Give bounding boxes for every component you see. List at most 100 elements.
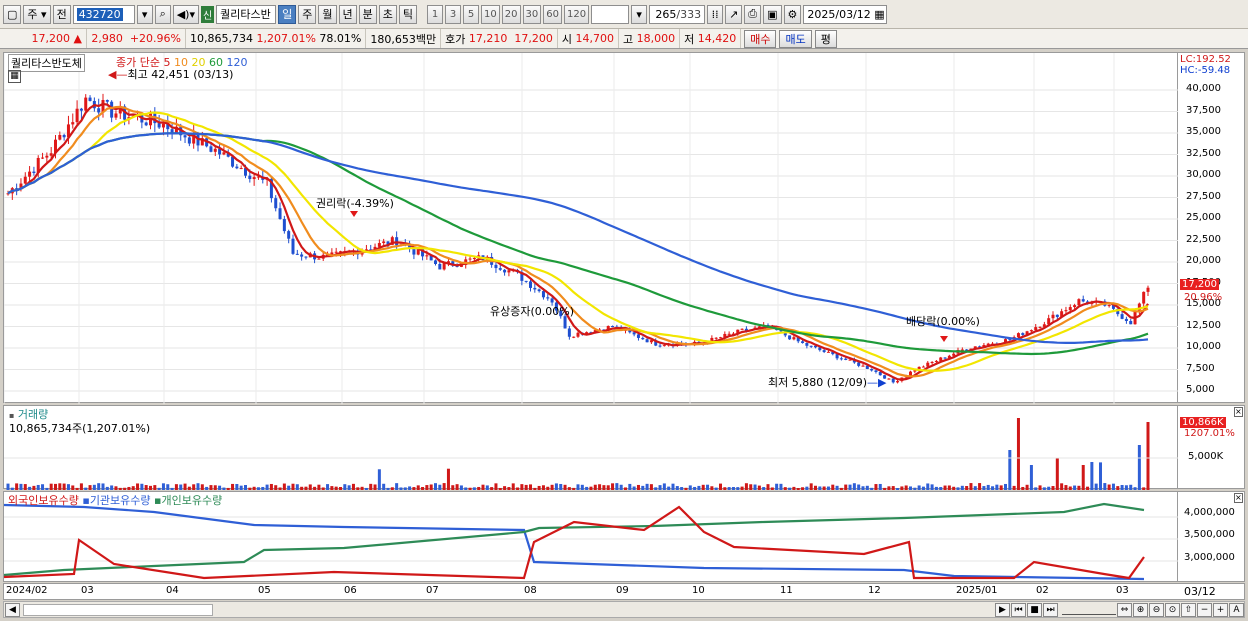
period-minute-button[interactable]: 분	[358, 4, 377, 24]
eval-button[interactable]: 평	[814, 29, 837, 48]
interval-30-button[interactable]: 30	[522, 4, 542, 24]
interval-20-button[interactable]: 20	[501, 4, 521, 24]
interval-120-button[interactable]: 120	[563, 4, 590, 24]
zoom-fit-icon[interactable]: ⇔	[1117, 602, 1132, 617]
volume-bar	[995, 484, 999, 490]
volume-bar	[511, 483, 515, 490]
volume-bar	[446, 468, 450, 490]
holding-close-icon[interactable]: ×	[1234, 493, 1243, 503]
holding-chart-panel[interactable]: 외국인보유수량 ▪기관보유수량 ▪개인보유수량	[3, 491, 1179, 582]
candle-body	[425, 255, 429, 257]
period-day-button[interactable]: 일	[278, 4, 297, 24]
volume-bar	[261, 486, 265, 490]
sell-button[interactable]: 매도	[779, 29, 812, 48]
candle-body	[503, 269, 507, 273]
volume-bar	[749, 484, 753, 490]
candle-body	[494, 264, 498, 269]
volume-bar	[92, 484, 96, 490]
zoom-out-icon[interactable]: ⊖	[1149, 602, 1164, 617]
zoom-reset-icon[interactable]: ⊙	[1165, 602, 1180, 617]
volume-bar	[896, 487, 900, 490]
chart-scrollbar[interactable]: ◀ ▶ ⏮ ■ ⏭ ⇔ ⊕ ⊖ ⊙ ⇧ − + A	[3, 601, 1245, 618]
candle-body	[62, 134, 66, 138]
volume-bar	[429, 484, 433, 490]
volume-bar	[658, 485, 662, 490]
volume-bar	[1016, 418, 1020, 490]
count-input[interactable]: 265/333	[649, 4, 706, 24]
grid-icon[interactable]: ⁞⁞	[707, 4, 724, 24]
interval-1-button[interactable]: 1	[427, 4, 444, 24]
period-tick-button[interactable]: 틱	[398, 4, 418, 24]
candle-body	[468, 258, 472, 260]
volume-bar	[421, 486, 425, 490]
date-axis: 2024/02 03 04 05 06 07 08 09 10 11 12 2025/01 02 03 0…	[3, 583, 1245, 600]
window-icon[interactable]: ▢	[3, 4, 22, 24]
date-axis-end-label: 03/12	[1184, 585, 1216, 598]
interval-5-button[interactable]: 5	[463, 4, 480, 24]
candle-body	[304, 256, 308, 258]
prev-button[interactable]: 전	[52, 4, 71, 24]
save-icon[interactable]: ▣	[763, 4, 782, 24]
volume-bar	[775, 483, 779, 490]
interval-3-button[interactable]: 3	[445, 4, 462, 24]
volume-bar	[796, 487, 800, 490]
volume-bar	[200, 484, 204, 490]
price-tick-label: 20,000	[1186, 255, 1221, 266]
zoom-slider[interactable]	[1062, 605, 1116, 615]
volume-bar	[779, 483, 783, 490]
volume-bar	[1029, 465, 1033, 490]
table-icon[interactable]: ▦	[8, 70, 21, 83]
volume-bar	[369, 483, 373, 490]
period-year-button[interactable]: 년	[338, 4, 357, 24]
code-dropdown-button[interactable]: ▾	[136, 4, 153, 24]
stock-code-input[interactable]: 432720	[72, 4, 135, 24]
draw-tool-icon[interactable]: ↗	[725, 4, 743, 24]
volume-bar	[952, 486, 956, 490]
volume-bar	[248, 487, 252, 490]
event-marker	[940, 336, 948, 342]
last-button[interactable]: ⏭	[1043, 602, 1058, 617]
interval-dropdown-button[interactable]: ▾	[631, 4, 648, 24]
plus-icon[interactable]: +	[1213, 602, 1228, 617]
candle-body	[438, 263, 442, 270]
stop-button[interactable]: ■	[1027, 602, 1042, 617]
candle-body	[792, 337, 796, 340]
text-size-icon[interactable]: A	[1229, 602, 1244, 617]
volume-bar	[71, 485, 75, 490]
period-second-button[interactable]: 초	[378, 4, 397, 24]
date-input[interactable]: 2025/03/12 ▦	[803, 4, 888, 24]
foreign-line	[4, 505, 1145, 580]
buy-button[interactable]: 매수	[744, 29, 777, 48]
volume-bar	[662, 483, 666, 490]
mode-select[interactable]: 주 ▾	[23, 4, 51, 24]
volume-bar	[999, 485, 1003, 490]
minus-icon[interactable]: −	[1197, 602, 1212, 617]
volume-close-icon[interactable]: ×	[1234, 407, 1243, 417]
volume-bar	[140, 483, 144, 490]
pan-icon[interactable]: ⇧	[1181, 602, 1196, 617]
candle-body	[874, 370, 878, 372]
print-icon[interactable]: ⎙	[744, 4, 762, 24]
speaker-icon[interactable]: ◀)▾	[172, 4, 199, 24]
search-icon[interactable]: ⌕	[154, 4, 171, 24]
price-chart-panel[interactable]: 퀄리타스반도체 종가 단순 5 10 20 60 120 ▦ ◀—최고 42,4…	[3, 52, 1179, 404]
interval-10-button[interactable]: 10	[481, 4, 500, 24]
price-tick-label: 32,500	[1186, 147, 1221, 159]
candle-body	[641, 337, 645, 340]
scroll-right-button[interactable]: ▶	[995, 602, 1010, 617]
candle-body	[567, 328, 571, 337]
scroll-left-button[interactable]: ◀	[5, 602, 20, 617]
first-button[interactable]: ⏮	[1011, 602, 1026, 617]
interval-custom-input[interactable]	[591, 4, 630, 24]
scroll-thumb[interactable]	[23, 603, 213, 616]
volume-bar	[438, 484, 442, 490]
volume-bar	[334, 486, 338, 490]
period-month-button[interactable]: 월	[318, 4, 337, 24]
interval-60-button[interactable]: 60	[543, 4, 562, 24]
volume-bar	[943, 485, 947, 490]
candle-body	[1142, 291, 1146, 304]
zoom-in-icon[interactable]: ⊕	[1133, 602, 1148, 617]
volume-chart-panel[interactable]: ▪ 거래량 10,865,734주(1,207.01%)	[3, 405, 1179, 490]
settings-icon[interactable]: ⚙	[783, 4, 802, 24]
period-week-button[interactable]: 주	[298, 4, 317, 24]
